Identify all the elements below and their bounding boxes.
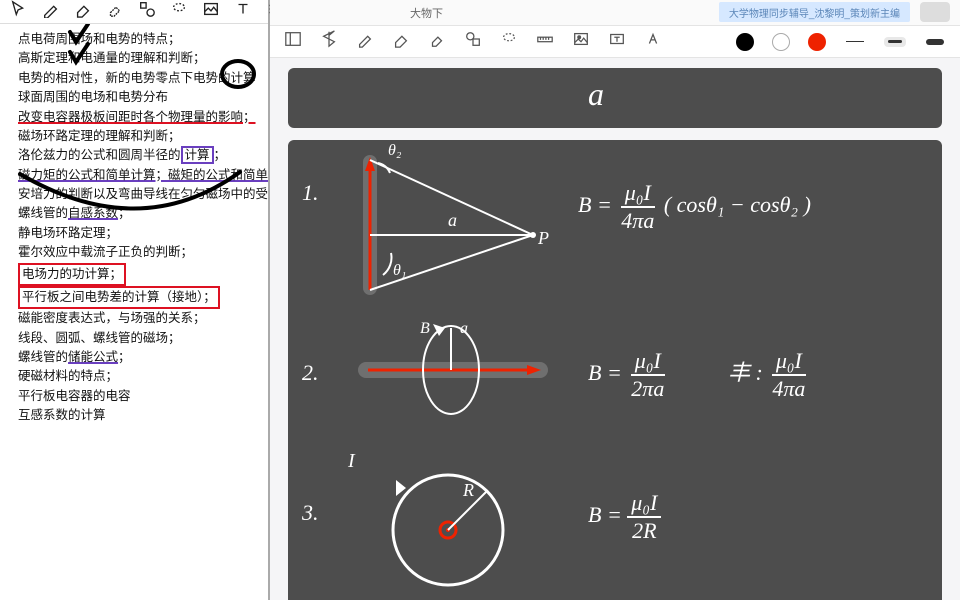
notes-text-block: 点电荷周围场和电势的特点； 高斯定理和电通量的理解和判断； 电势的相对性，新的电… <box>0 24 268 432</box>
stroke-mid[interactable] <box>884 37 906 47</box>
fig1-theta2: θ₂ <box>388 142 401 160</box>
fig3-I: I <box>348 450 355 473</box>
fig3-num: 3. <box>302 500 319 526</box>
avatar[interactable] <box>920 2 950 22</box>
color-white[interactable] <box>772 33 790 51</box>
close-sidebar-icon[interactable] <box>284 30 302 53</box>
right-app-panel: 大物下 大学物理同步辅导_沈黎明_策划新主编 a <box>270 0 960 600</box>
canvas-page-main: 1. θ₂ a θ₁ P B = μ₀I4πa ( cosθ₁ − cosθ₂ … <box>288 140 942 600</box>
left-app-panel: 点电荷周围场和电势的特点； 高斯定理和电通量的理解和判断； 电势的相对性，新的电… <box>0 0 270 600</box>
fig2-formula-main: B = μ₀I2πa <box>588 348 668 402</box>
note-line: 平行板之间电势差的计算（接地）； <box>18 286 220 309</box>
note-line: 霍尔效应中载流子正负的判断； <box>18 243 254 262</box>
fig2-diagram <box>343 320 553 420</box>
note-line: 改变电容器极板间距时各个物理量的影响； <box>18 108 254 127</box>
share-banner[interactable]: 大学物理同步辅导_沈黎明_策划新主编 <box>719 2 910 22</box>
note-line: 电场力的功计算； <box>18 263 126 286</box>
image-icon[interactable] <box>202 0 220 23</box>
pen-icon[interactable] <box>356 30 374 53</box>
note-line: 螺线管的自感系数； <box>18 204 254 223</box>
note-line: 静电场环路定理； <box>18 224 254 243</box>
fig3-R: R <box>463 480 474 501</box>
highlighter-icon[interactable] <box>106 0 124 23</box>
text-icon[interactable] <box>234 0 252 23</box>
note-line: 硬磁材料的特点； <box>18 367 254 386</box>
note-line: 磁场环路定理的理解和判断； <box>18 127 254 146</box>
cursor-icon[interactable] <box>10 0 28 23</box>
eraser-icon[interactable] <box>392 30 410 53</box>
lasso-icon[interactable] <box>500 30 518 53</box>
bluetooth-icon[interactable] <box>320 30 338 53</box>
fig2-formula-half: 丰 : μ₀I4πa <box>728 348 809 402</box>
left-toolbar <box>0 0 268 24</box>
fig3-diagram <box>348 450 528 600</box>
note-line: 互感系数的计算 <box>18 406 254 425</box>
tab-title[interactable]: 大物下 <box>410 5 443 21</box>
eraser-icon[interactable] <box>74 0 92 23</box>
right-toolbar <box>270 26 960 58</box>
note-line: 洛伦兹力的公式和圆周半径的计算； <box>18 146 254 165</box>
fig2-a: a <box>460 320 468 338</box>
text-style-icon[interactable] <box>644 30 662 53</box>
note-line: 点电荷周围场和电势的特点； <box>18 30 254 49</box>
fig1-formula: B = μ₀I4πa ( cosθ₁ − cosθ₂ ) <box>578 180 811 234</box>
note-line: 平行板电容器的电容 <box>18 387 254 406</box>
canvas-page-prev: a <box>288 68 942 128</box>
fig1-P: P <box>538 228 549 249</box>
note-line: 磁力矩的公式和简单计算；磁矩的公式和简单 <box>18 166 254 185</box>
fig1-theta1: θ₁ <box>393 262 406 280</box>
stroke-thick[interactable] <box>924 37 946 47</box>
pencil-icon[interactable] <box>42 0 60 23</box>
note-line: 线段、圆弧、螺线管的磁场； <box>18 329 254 348</box>
textbox-icon[interactable] <box>608 30 626 53</box>
shapes-icon[interactable] <box>464 30 482 53</box>
tab-bar: 大物下 大学物理同步辅导_沈黎明_策划新主编 <box>270 0 960 26</box>
note-line: 球面周围的电场和电势分布 <box>18 88 254 107</box>
fig3-formula: B = μ₀I2R <box>588 490 661 544</box>
canvas-area[interactable]: a 1. θ₂ a θ₁ P B = μ₀I4πa <box>270 58 960 600</box>
ruler-icon[interactable] <box>536 30 554 53</box>
highlighter-icon[interactable] <box>428 30 446 53</box>
note-line: 高斯定理和电通量的理解和判断； <box>18 49 254 68</box>
note-line: 电势的相对性，新的电势零点下电势的计算 <box>18 69 254 88</box>
fig2-num: 2. <box>302 360 319 386</box>
stroke-thin[interactable] <box>844 37 866 47</box>
fig1-a: a <box>448 210 457 231</box>
note-line: 磁能密度表达式，与场强的关系； <box>18 309 254 328</box>
glyph-a: a <box>588 76 604 113</box>
color-red[interactable] <box>808 33 826 51</box>
fig2-B: B <box>420 320 430 338</box>
image-icon[interactable] <box>572 30 590 53</box>
shapes-icon[interactable] <box>138 0 156 23</box>
note-line: 安培力的判断以及弯曲导线在匀匀磁场中的受 <box>18 185 254 204</box>
lasso-icon[interactable] <box>170 0 188 23</box>
fig1-num: 1. <box>302 180 319 206</box>
color-black[interactable] <box>736 33 754 51</box>
note-line: 螺线管的储能公式； <box>18 348 254 367</box>
